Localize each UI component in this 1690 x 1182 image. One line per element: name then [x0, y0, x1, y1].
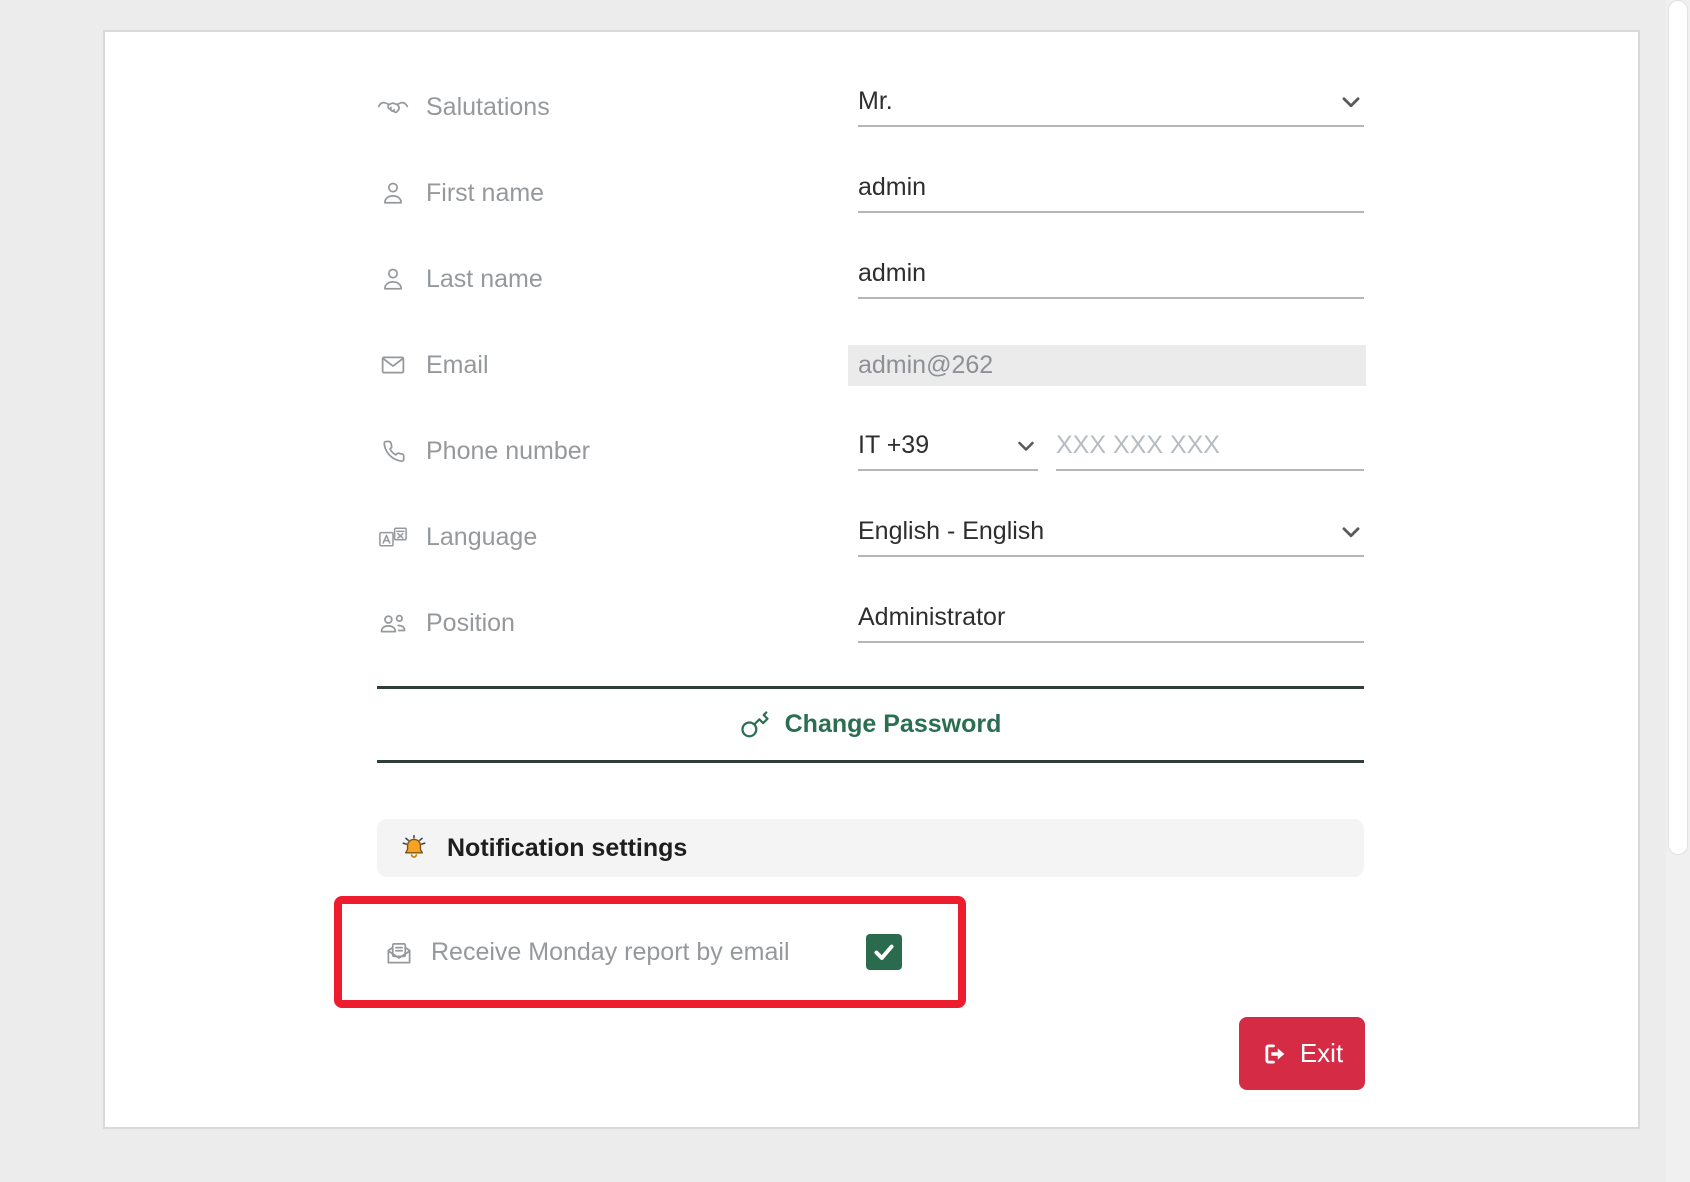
language-select[interactable]: English - English [858, 517, 1364, 557]
field-row-position: Position Administrator [377, 580, 1364, 666]
first-name-input[interactable]: admin [858, 173, 1364, 213]
first-name-label-cell: First name [377, 179, 858, 208]
last-name-label-cell: Last name [377, 265, 858, 294]
salutations-label: Salutations [426, 93, 550, 122]
phone-label-cell: Phone number [377, 437, 858, 466]
field-row-first-name: First name admin [377, 150, 1364, 236]
position-label-cell: Position [377, 609, 858, 638]
last-name-value-cell: admin [858, 259, 1364, 299]
field-row-salutations: Salutations Mr. [377, 64, 1364, 150]
chevron-down-icon [1338, 89, 1364, 115]
notification-settings-header: Notification settings [377, 819, 1364, 877]
bell-icon [399, 834, 429, 862]
monday-report-checkbox[interactable] [866, 934, 902, 970]
exit-button[interactable]: Exit [1239, 1017, 1365, 1090]
field-row-language: Language English - English [377, 494, 1364, 580]
profile-settings-card: Salutations Mr. First name [103, 30, 1640, 1129]
mail-open-icon [384, 937, 414, 967]
users-icon [377, 611, 409, 635]
phone-value-cell: IT +39 XXX XXX XXX [858, 431, 1364, 471]
profile-form: Salutations Mr. First name [377, 64, 1364, 666]
change-password-button[interactable]: Change Password [377, 689, 1364, 760]
field-row-last-name: Last name admin [377, 236, 1364, 322]
position-value-cell: Administrator [858, 603, 1364, 643]
last-name-input[interactable]: admin [858, 259, 1364, 299]
field-row-phone: Phone number IT +39 XXX XXX XXX [377, 408, 1364, 494]
person-icon [377, 266, 409, 292]
salutations-select[interactable]: Mr. [858, 87, 1364, 127]
exit-label: Exit [1300, 1038, 1343, 1069]
scrollbar-thumb[interactable] [1668, 0, 1688, 855]
salutations-value-cell: Mr. [858, 87, 1364, 127]
position-input[interactable]: Administrator [858, 603, 1364, 643]
email-label: Email [426, 351, 489, 380]
change-password-label: Change Password [785, 710, 1002, 739]
monday-report-label: Receive Monday report by email [431, 938, 790, 967]
phone-label: Phone number [426, 437, 590, 466]
first-name-value-cell: admin [858, 173, 1364, 213]
mail-icon [377, 353, 409, 377]
handshake-icon [377, 96, 409, 118]
language-label: Language [426, 523, 537, 552]
field-row-email: Email admin@262 [377, 322, 1364, 408]
phone-icon [377, 438, 409, 464]
person-icon [377, 180, 409, 206]
language-value-cell: English - English [858, 517, 1364, 557]
position-value: Administrator [858, 603, 1005, 632]
last-name-label: Last name [426, 265, 543, 294]
language-selected-value: English - English [858, 517, 1044, 546]
monday-report-highlight: Receive Monday report by email [334, 896, 966, 1008]
phone-number-placeholder: XXX XXX XXX [1056, 431, 1220, 460]
chevron-down-icon [1014, 434, 1038, 458]
salutations-label-cell: Salutations [377, 93, 858, 122]
phone-country-select[interactable]: IT +39 [858, 431, 1038, 471]
scrollbar[interactable] [1666, 0, 1690, 1182]
language-label-cell: Language [377, 523, 858, 552]
logout-icon [1261, 1041, 1287, 1067]
first-name-value: admin [858, 173, 926, 202]
first-name-label: First name [426, 179, 544, 208]
chevron-down-icon [1338, 519, 1364, 545]
email-label-cell: Email [377, 351, 858, 380]
email-value-cell: admin@262 [858, 345, 1364, 386]
phone-number-input[interactable]: XXX XXX XXX [1056, 431, 1364, 471]
position-label: Position [426, 609, 515, 638]
notification-settings-title: Notification settings [447, 834, 687, 863]
phone-country-value: IT +39 [858, 431, 929, 460]
salutations-selected-value: Mr. [858, 87, 893, 116]
last-name-value: admin [858, 259, 926, 288]
divider-bottom [377, 760, 1364, 763]
translate-icon [377, 525, 409, 549]
email-value: admin@262 [858, 351, 993, 380]
email-input-disabled: admin@262 [848, 345, 1366, 386]
key-icon [740, 710, 770, 740]
